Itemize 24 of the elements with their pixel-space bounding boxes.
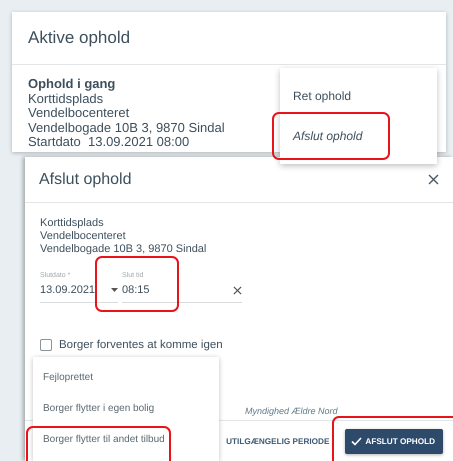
dropdown-option[interactable]: Fejloprettet [33,362,219,393]
start-date: Startdato 13.09.2021 08:00 [28,135,190,150]
note-text: Myndighed Ældre Nord [245,406,338,416]
unavailable-period-button[interactable]: UTILGÆNGELIG PERIODE [226,432,330,450]
end-stay-button[interactable]: AFSLUT OPHOLD [345,428,443,454]
dropdown-option[interactable]: Borger flytter til andet tilbud [33,424,219,455]
caret-icon[interactable] [111,288,118,292]
address-line: Vendelbogade 10B 3, 9870 Sindal [40,243,206,256]
clear-icon[interactable] [233,286,242,294]
dropdown-option[interactable]: Borger flytter i egen bolig [33,393,219,424]
stay-detail: Vendelbocenteret [28,106,130,120]
checkbox-label: Borger forventes at komme igen [59,339,223,351]
stay-status: Ophold i gang [28,77,116,92]
menu-item[interactable]: Ret ophold [280,76,437,116]
stay-detail: Vendelbogade 10B 3, 9870 Sindal [28,120,225,135]
dialog-title: Afslut ophold [39,170,132,188]
menu-item[interactable]: Afslut ophold [280,116,437,156]
card-title: Aktive ophold [28,28,130,48]
checkbox[interactable] [40,339,52,351]
stay-detail: Korttidsplads [28,92,104,106]
address-line: Korttidsplads [40,217,104,230]
check-icon [351,436,362,446]
address-line: Vendelbocenteret [40,230,126,243]
close-icon[interactable] [428,174,439,185]
